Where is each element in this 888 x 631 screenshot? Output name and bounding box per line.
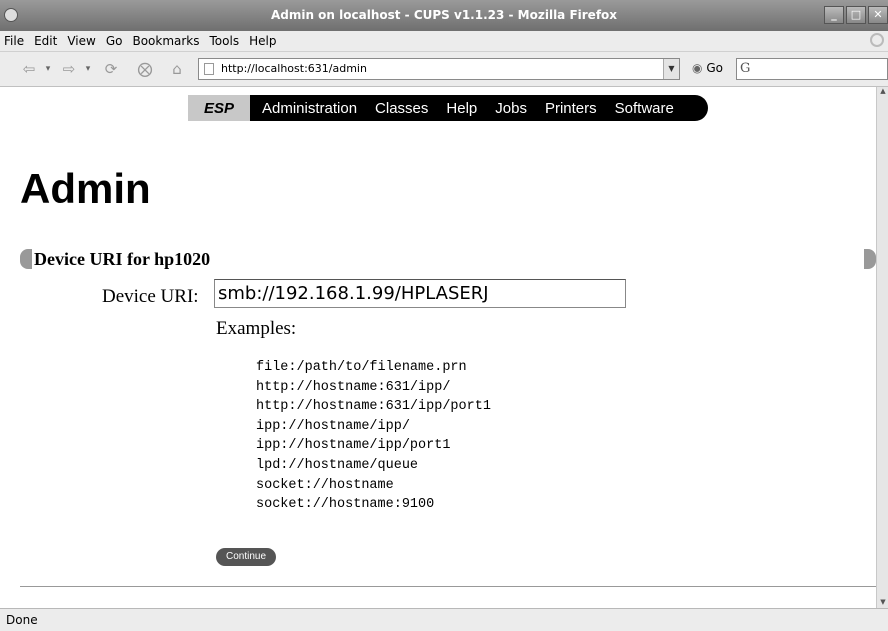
esp-logo[interactable]: ESP	[188, 95, 250, 121]
example-item: ipp://hostname/ipp/port1	[256, 438, 451, 454]
section-title: Device URI for hp1020	[34, 249, 211, 269]
window-titlebar: Admin on localhost - CUPS v1.1.23 - Mozi…	[0, 0, 888, 31]
vertical-scrollbar[interactable]: ▲ ▼	[876, 87, 888, 608]
page-content: ESP Administration Classes Help Jobs Pri…	[0, 87, 876, 608]
status-text: Done	[6, 613, 38, 627]
scroll-down-icon[interactable]: ▼	[877, 598, 888, 608]
url-history-dropdown-icon[interactable]: ▼	[663, 59, 679, 79]
back-history-dropdown-icon[interactable]: ▾	[44, 59, 52, 79]
stop-icon[interactable]: ⨂	[134, 59, 156, 79]
window-controls: _ □ ✕	[824, 6, 888, 24]
reload-icon[interactable]: ⟳	[100, 59, 122, 79]
example-item: http://hostname:631/ipp/port1	[256, 399, 491, 415]
throbber-icon	[870, 33, 884, 47]
back-arrow-icon[interactable]: ⇦	[18, 59, 40, 79]
device-uri-input[interactable]: smb://192.168.1.99/HPLASERJ	[214, 279, 626, 308]
menu-bar: File Edit View Go Bookmarks Tools Help	[0, 31, 888, 52]
go-button[interactable]: ◉ Go	[692, 61, 723, 75]
page-title: Admin	[20, 165, 151, 212]
home-icon[interactable]: ⌂	[166, 59, 188, 79]
menu-help[interactable]: Help	[249, 34, 276, 48]
nav-link-administration[interactable]: Administration	[262, 100, 357, 117]
window-title: Admin on localhost - CUPS v1.1.23 - Mozi…	[270, 8, 618, 22]
nav-link-classes[interactable]: Classes	[375, 100, 428, 117]
examples-list: file:/path/to/filename.prn http://hostna…	[256, 358, 491, 515]
scroll-up-icon[interactable]: ▲	[877, 87, 888, 97]
nav-link-software[interactable]: Software	[615, 100, 674, 117]
close-button[interactable]: ✕	[868, 6, 888, 24]
divider	[20, 586, 876, 587]
section-right-cap	[864, 249, 876, 269]
search-input[interactable]: G	[736, 58, 888, 80]
url-bar[interactable]: http://localhost:631/admin ▼	[198, 58, 680, 80]
cups-nav-bar: ESP Administration Classes Help Jobs Pri…	[188, 95, 708, 121]
menu-view[interactable]: View	[67, 34, 95, 48]
examples-label: Examples:	[216, 318, 297, 339]
nav-link-printers[interactable]: Printers	[545, 100, 597, 117]
example-item: socket://hostname:9100	[256, 497, 435, 513]
example-item: lpd://hostname/queue	[256, 457, 419, 473]
continue-button[interactable]: Continue	[216, 548, 276, 566]
url-text[interactable]: http://localhost:631/admin	[221, 62, 367, 75]
device-uri-label: Device URI:	[102, 286, 199, 307]
menu-go[interactable]: Go	[106, 34, 123, 48]
menu-file[interactable]: File	[4, 34, 24, 48]
forward-history-dropdown-icon[interactable]: ▾	[84, 59, 92, 79]
navigation-toolbar: ⇦ ▾ ⇨ ▾ ⟳ ⨂ ⌂ http://localhost:631/admin…	[0, 52, 888, 87]
go-icon: ◉	[692, 61, 703, 75]
search-engine-icon[interactable]: G	[740, 61, 750, 76]
minimize-button[interactable]: _	[824, 6, 844, 24]
menu-bookmarks[interactable]: Bookmarks	[132, 34, 199, 48]
page-icon	[204, 63, 214, 75]
status-bar: Done	[0, 608, 888, 631]
example-item: ipp://hostname/ipp/	[256, 418, 410, 434]
menu-tools[interactable]: Tools	[210, 34, 240, 48]
nav-link-help[interactable]: Help	[446, 100, 477, 117]
forward-arrow-icon[interactable]: ⇨	[58, 59, 80, 79]
section-left-cap	[20, 249, 32, 269]
section-header: Device URI for hp1020	[20, 249, 876, 269]
example-item: http://hostname:631/ipp/	[256, 379, 451, 395]
nav-link-jobs[interactable]: Jobs	[495, 100, 527, 117]
example-item: file:/path/to/filename.prn	[256, 360, 467, 375]
menu-edit[interactable]: Edit	[34, 34, 57, 48]
maximize-button[interactable]: □	[846, 6, 866, 24]
example-item: socket://hostname	[256, 477, 394, 493]
go-label: Go	[706, 61, 723, 75]
